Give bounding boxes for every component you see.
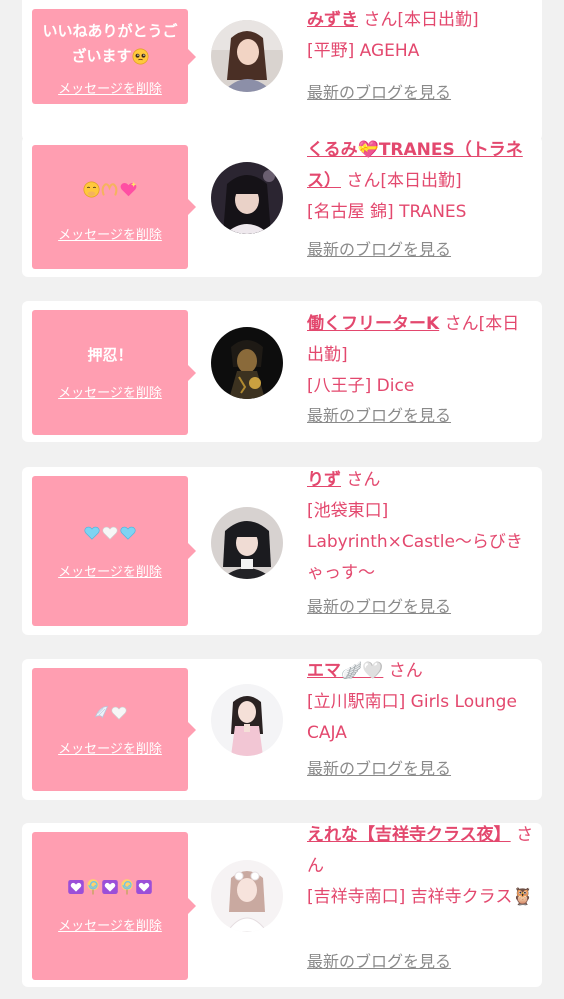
shop-name: [名古屋 錦] TRANES (307, 202, 467, 222)
delete-message-link[interactable]: メッセージを削除 (32, 738, 188, 757)
message-card: メッセージを削除 えれな【吉祥寺クラス夜】 さん [吉祥寺南口] 吉祥寺クラス🦉… (22, 823, 542, 987)
message-bubble: メッセージを削除 (32, 832, 196, 980)
profile-photo (211, 20, 283, 92)
white-heart-emoji (102, 526, 118, 540)
latest-blog-link[interactable]: 最新のブログを見る (307, 402, 451, 426)
message-text: 押忍！ (38, 343, 182, 368)
cast-info: くるみ💝TRANES（トラネス） さん[本日出勤] [名古屋 錦] TRANES (307, 135, 535, 228)
delete-message-link[interactable]: メッセージを削除 (32, 382, 188, 401)
avatar[interactable] (211, 162, 283, 234)
delete-message-link[interactable]: メッセージを削除 (32, 915, 188, 934)
purple-heart-emoji (102, 879, 118, 894)
light-blue-heart-emoji (120, 526, 136, 540)
delete-message-link[interactable]: メッセージを削除 (32, 224, 188, 243)
cast-name-link[interactable]: エマ🪽🤍 (307, 661, 383, 681)
message-bubble: メッセージを削除 (32, 145, 196, 269)
profile-photo (211, 507, 283, 579)
message-text (38, 177, 182, 202)
avatar[interactable] (211, 20, 283, 92)
message-bubble: メッセージを削除 (32, 668, 196, 791)
profile-photo (211, 162, 283, 234)
message-card: 押忍！ メッセージを削除 働くフリーターK さん[本日出勤] [八王子] Dic… (22, 301, 542, 442)
work-status: [本日出勤] (397, 10, 479, 30)
avatar[interactable] (211, 684, 283, 756)
honorific-label: さん (388, 661, 423, 681)
message-text (38, 520, 182, 545)
purple-heart-emoji (136, 879, 152, 894)
message-bubble: メッセージを削除 (32, 476, 196, 626)
white-heart-emoji (110, 706, 127, 720)
avatar[interactable] (211, 507, 283, 579)
honorific-label: さん (363, 10, 398, 30)
purple-heart-emoji (68, 879, 84, 894)
light-blue-heart-emoji (84, 526, 100, 540)
shop-name: [池袋東口] Labyrinth×Castle〜らびきゃっす〜 (307, 501, 523, 583)
message-text: いいねありがとうございます (38, 19, 182, 69)
lollipop-emoji (87, 879, 99, 895)
message-card: メッセージを削除 りず さん [池袋東口] Labyrinth×Castle〜ら… (22, 467, 542, 635)
wing-emoji (94, 706, 108, 719)
message-card: いいねありがとうございます メッセージを削除 みずき さん[本日出勤] [平野]… (22, 0, 542, 141)
profile-photo (211, 684, 283, 756)
message-text (38, 874, 182, 899)
profile-photo (211, 327, 283, 399)
sparkling-heart-emoji (120, 181, 136, 197)
shop-name: [吉祥寺南口] 吉祥寺クラス🦉 (307, 887, 534, 907)
latest-blog-link[interactable]: 最新のブログを見る (307, 79, 451, 103)
profile-photo (211, 860, 283, 932)
face-with-hand-emoji (83, 181, 99, 198)
lollipop-emoji (121, 879, 133, 895)
message-card: メッセージを削除 エマ🪽🤍 さん [立川駅南口] Girls Lounge CA… (22, 659, 542, 800)
pleading-face-emoji (132, 48, 148, 65)
message-bubble: 押忍！ メッセージを削除 (32, 310, 196, 435)
shop-name: [立川駅南口] Girls Lounge CAJA (307, 692, 517, 743)
latest-blog-link[interactable]: 最新のブログを見る (307, 593, 451, 617)
cast-info: エマ🪽🤍 さん [立川駅南口] Girls Lounge CAJA (307, 656, 535, 749)
shop-name: [平野] AGEHA (307, 41, 420, 61)
cast-info: りず さん [池袋東口] Labyrinth×Castle〜らびきゃっす〜 (307, 465, 535, 589)
message-body: 押忍！ (87, 346, 133, 364)
cast-name-link[interactable]: りず (307, 470, 341, 490)
message-card: メッセージを削除 くるみ💝TRANES（トラネス） さん[本日出勤] [名古屋 … (22, 136, 542, 277)
honorific-label: さん (444, 314, 479, 334)
cast-info: 働くフリーターK さん[本日出勤] [八王子] Dice (307, 309, 535, 402)
cast-name-link[interactable]: みずき (307, 10, 358, 30)
heart-hands-emoji (101, 183, 117, 196)
avatar[interactable] (211, 860, 283, 932)
delete-message-link[interactable]: メッセージを削除 (32, 78, 188, 97)
cast-info: みずき さん[本日出勤] [平野] AGEHA (307, 5, 535, 67)
honorific-label: さん (346, 470, 381, 490)
delete-message-link[interactable]: メッセージを削除 (32, 561, 188, 580)
work-status: [本日出勤] (380, 171, 462, 191)
honorific-label: さん (346, 171, 381, 191)
latest-blog-link[interactable]: 最新のブログを見る (307, 948, 451, 972)
message-body: いいねありがとうございます (42, 22, 178, 65)
avatar[interactable] (211, 327, 283, 399)
message-text (38, 700, 182, 725)
latest-blog-link[interactable]: 最新のブログを見る (307, 236, 451, 260)
message-bubble: いいねありがとうございます メッセージを削除 (32, 9, 196, 104)
cast-info: えれな【吉祥寺クラス夜】 さん [吉祥寺南口] 吉祥寺クラス🦉 (307, 820, 535, 913)
shop-name: [八王子] Dice (307, 376, 415, 396)
cast-name-link[interactable]: えれな【吉祥寺クラス夜】 (307, 825, 511, 845)
cast-name-link[interactable]: 働くフリーターK (307, 314, 439, 334)
latest-blog-link[interactable]: 最新のブログを見る (307, 755, 451, 779)
